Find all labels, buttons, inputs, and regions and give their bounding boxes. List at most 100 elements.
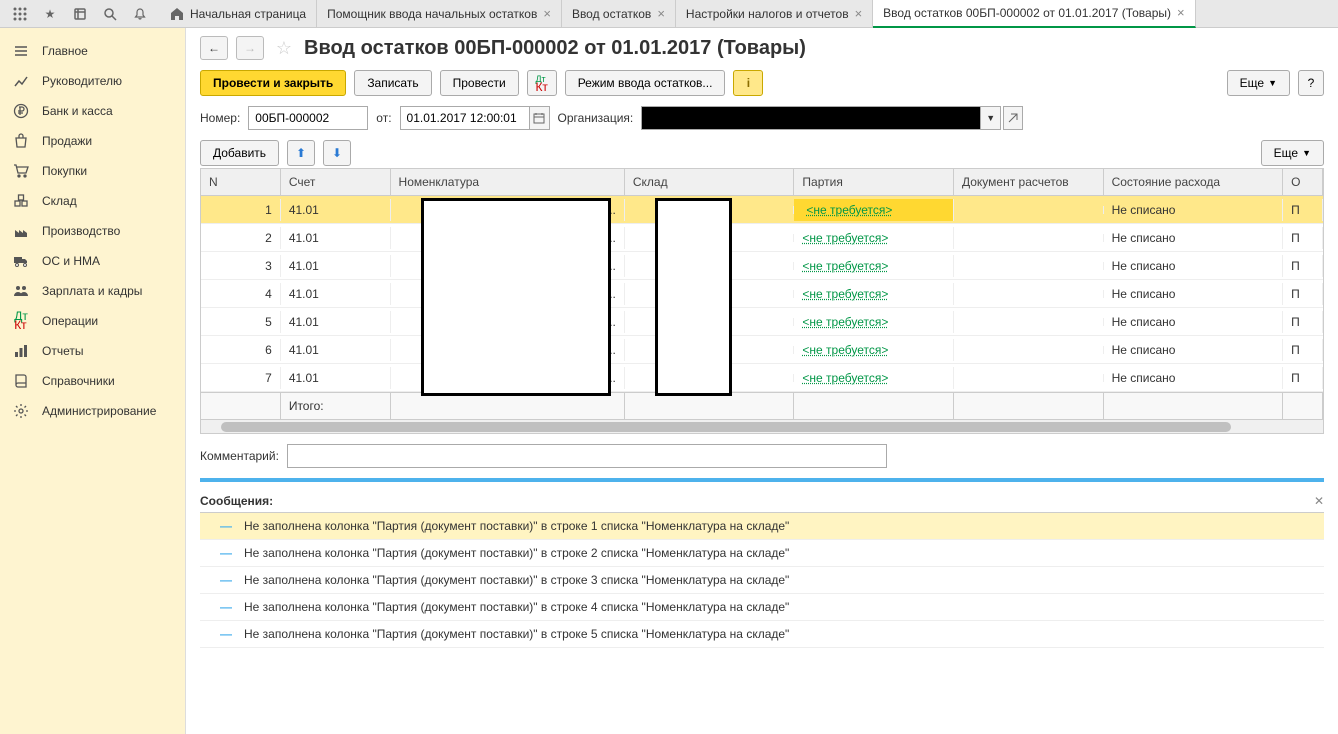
col-header-last[interactable]: О: [1283, 169, 1323, 195]
col-header-account[interactable]: Счет: [281, 169, 391, 195]
page-title: Ввод остатков 00БП-000002 от 01.01.2017 …: [304, 37, 806, 60]
forward-button[interactable]: →: [236, 36, 264, 60]
post-and-close-button[interactable]: Провести и закрыть: [200, 70, 346, 96]
sidebar-item[interactable]: Продажи: [0, 126, 185, 156]
tab-close-icon[interactable]: ×: [855, 6, 863, 21]
grid-footer: Итого:: [201, 392, 1323, 419]
tab[interactable]: Настройки налогов и отчетов×: [676, 0, 873, 28]
more-button[interactable]: Еще▼: [1227, 70, 1290, 96]
factory-icon: [12, 222, 30, 240]
tab[interactable]: Ввод остатков×: [562, 0, 676, 28]
sidebar-item[interactable]: Справочники: [0, 366, 185, 396]
table-row[interactable]: 741.01...<не требуется>Не списаноП: [201, 364, 1323, 392]
table-row[interactable]: 441.01...<не требуется>Не списаноП: [201, 280, 1323, 308]
comment-input[interactable]: [287, 444, 887, 468]
batch-link[interactable]: <не требуется>: [802, 343, 888, 357]
sidebar-item-label: Банк и касса: [42, 104, 113, 118]
messages-close-button[interactable]: ✕: [1314, 494, 1324, 508]
col-header-n[interactable]: N: [201, 169, 281, 195]
table-row[interactable]: 341.01...<не требуется>Не списаноП: [201, 252, 1323, 280]
cell-n: 5: [201, 311, 281, 333]
sidebar-item[interactable]: Администрирование: [0, 396, 185, 426]
back-button[interactable]: ←: [200, 36, 228, 60]
tab-close-icon[interactable]: ×: [1177, 5, 1185, 20]
number-input[interactable]: [248, 106, 368, 130]
cell-batch[interactable]: <не требуется>: [794, 339, 954, 361]
horizontal-scrollbar[interactable]: [201, 419, 1323, 433]
mode-button[interactable]: Режим ввода остатков...: [565, 70, 726, 96]
cell-batch[interactable]: <не требуется>: [794, 311, 954, 333]
dtk-button[interactable]: ДтКт: [527, 70, 557, 96]
help-button[interactable]: ?: [1298, 70, 1324, 96]
favorite-button[interactable]: ☆: [272, 36, 296, 60]
batch-link[interactable]: <не требуется>: [802, 287, 888, 301]
tab-close-icon[interactable]: ×: [543, 6, 551, 21]
col-header-warehouse[interactable]: Склад: [625, 169, 795, 195]
col-header-nomenclature[interactable]: Номенклатура: [391, 169, 625, 195]
table-row[interactable]: 141.01...<не требуется>Не списаноП: [201, 196, 1323, 224]
cell-state: Не списано: [1104, 227, 1284, 249]
cell-batch[interactable]: <не требуется>: [794, 367, 954, 389]
history-icon[interactable]: [66, 0, 94, 28]
org-dropdown-button[interactable]: ▼: [981, 106, 1001, 130]
table-row[interactable]: 241.01...<не требуется>Не списаноП: [201, 224, 1323, 252]
sidebar-item[interactable]: Банк и касса: [0, 96, 185, 126]
batch-link[interactable]: <не требуется>: [802, 315, 888, 329]
post-button[interactable]: Провести: [440, 70, 519, 96]
sidebar-item[interactable]: Покупки: [0, 156, 185, 186]
batch-link[interactable]: <не требуется>: [802, 231, 888, 245]
batch-link[interactable]: <не требуется>: [802, 371, 888, 385]
sidebar-item[interactable]: ОС и НМА: [0, 246, 185, 276]
tab[interactable]: Ввод остатков 00БП-000002 от 01.01.2017 …: [873, 0, 1195, 28]
batch-link[interactable]: <не требуется>: [802, 201, 896, 219]
apps-icon[interactable]: [6, 0, 34, 28]
cell-batch[interactable]: <не требуется>: [794, 227, 954, 249]
cell-n: 2: [201, 227, 281, 249]
sidebar-item[interactable]: Склад: [0, 186, 185, 216]
message-row[interactable]: —Не заполнена колонка "Партия (документ …: [200, 513, 1324, 540]
col-header-doc[interactable]: Документ расчетов: [954, 169, 1104, 195]
col-header-state[interactable]: Состояние расхода: [1104, 169, 1284, 195]
cell-batch[interactable]: <не требуется>: [794, 283, 954, 305]
star-icon[interactable]: ★: [36, 0, 64, 28]
table-more-button[interactable]: Еще▼: [1261, 140, 1324, 166]
message-row[interactable]: —Не заполнена колонка "Партия (документ …: [200, 594, 1324, 621]
batch-link[interactable]: <не требуется>: [802, 259, 888, 273]
org-input[interactable]: [641, 106, 981, 130]
cell-doc: [954, 374, 1104, 382]
save-button[interactable]: Записать: [354, 70, 431, 96]
org-open-button[interactable]: [1003, 106, 1023, 130]
date-input[interactable]: [400, 106, 530, 130]
bell-icon[interactable]: [126, 0, 154, 28]
cell-batch[interactable]: <не требуется>: [794, 255, 954, 277]
table-row[interactable]: 641.01...<не требуется>Не списаноП: [201, 336, 1323, 364]
move-down-button[interactable]: ⬇: [323, 140, 351, 166]
cell-account: 41.01: [281, 227, 391, 249]
table-more-label: Еще: [1274, 146, 1298, 160]
cell-batch[interactable]: <не требуется>: [794, 199, 954, 221]
message-row[interactable]: —Не заполнена колонка "Партия (документ …: [200, 540, 1324, 567]
search-icon[interactable]: [96, 0, 124, 28]
boxes-icon: [12, 192, 30, 210]
tab-close-icon[interactable]: ×: [657, 6, 665, 21]
scrollbar-thumb[interactable]: [221, 422, 1231, 432]
message-row[interactable]: —Не заполнена колонка "Партия (документ …: [200, 567, 1324, 594]
sidebar-item[interactable]: Руководителю: [0, 66, 185, 96]
people-icon: [12, 282, 30, 300]
message-dash-icon: —: [220, 519, 232, 533]
tab[interactable]: Помощник ввода начальных остатков×: [317, 0, 562, 28]
move-up-button[interactable]: ⬆: [287, 140, 315, 166]
calendar-icon[interactable]: [530, 106, 550, 130]
info-button[interactable]: i: [733, 70, 763, 96]
message-text: Не заполнена колонка "Партия (документ п…: [244, 627, 789, 641]
table-row[interactable]: 541.01...<не требуется>Не списаноП: [201, 308, 1323, 336]
sidebar-item[interactable]: Отчеты: [0, 336, 185, 366]
col-header-batch[interactable]: Партия: [794, 169, 954, 195]
sidebar-item[interactable]: Зарплата и кадры: [0, 276, 185, 306]
tab[interactable]: Начальная страница: [160, 0, 317, 28]
sidebar-item[interactable]: Производство: [0, 216, 185, 246]
add-button[interactable]: Добавить: [200, 140, 279, 166]
sidebar-item[interactable]: ДтКтОперации: [0, 306, 185, 336]
message-row[interactable]: —Не заполнена колонка "Партия (документ …: [200, 621, 1324, 648]
sidebar-item[interactable]: Главное: [0, 36, 185, 66]
